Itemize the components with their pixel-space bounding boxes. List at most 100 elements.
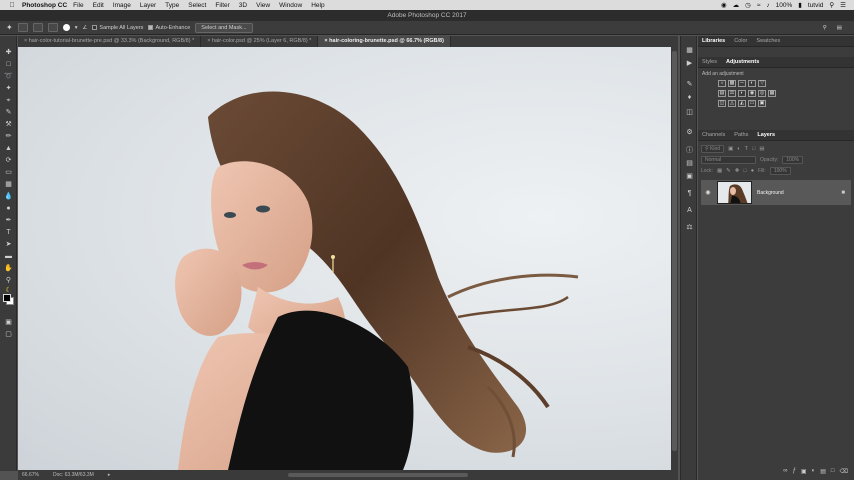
subtract-selection-button[interactable] (47, 23, 58, 32)
eraser-tool-icon[interactable]: ▭ (3, 168, 14, 177)
tab-layers[interactable]: Layers (757, 132, 775, 138)
document-canvas[interactable] (18, 47, 671, 470)
channel-mixer-icon[interactable]: ◎ (758, 90, 766, 97)
menu-3d[interactable]: 3D (239, 2, 247, 9)
brightness-icon[interactable]: ☼ (718, 80, 726, 87)
quick-select-tool-icon[interactable]: ✦ (6, 23, 13, 32)
vertical-scrollbar[interactable] (671, 47, 678, 470)
workspace-icon[interactable]: ▤ (837, 25, 842, 31)
move-tool-icon[interactable]: ✚ (3, 48, 14, 57)
healing-brush-icon[interactable]: ⚒ (3, 120, 14, 129)
eyedropper-tool-icon[interactable]: ✎ (3, 108, 14, 117)
status-arrow-icon[interactable]: ▸ (108, 472, 111, 478)
lock-all-icon[interactable]: ● (751, 168, 754, 174)
brush-settings-icon[interactable]: ▾ (75, 25, 78, 31)
lock-position-icon[interactable]: ✚ (735, 168, 740, 174)
hand-tool-icon[interactable]: ✋ (3, 264, 14, 273)
battery-percent[interactable]: 100% (776, 2, 793, 9)
properties-icon[interactable]: ⚙ (685, 128, 694, 137)
tab-color[interactable]: Color (734, 38, 747, 44)
levels-icon[interactable]: ▩ (728, 80, 736, 87)
menu-file[interactable]: File (73, 2, 83, 9)
posterize-icon[interactable]: ◬ (728, 100, 736, 107)
clone-source-icon[interactable]: ♦ (685, 93, 694, 102)
auto-enhance-checkbox[interactable]: Auto-Enhance (148, 25, 190, 31)
menu-filter[interactable]: Filter (215, 2, 229, 9)
vibrance-icon[interactable]: ▽ (758, 80, 766, 87)
3d-icon[interactable]: ◫ (685, 108, 694, 117)
notes-icon[interactable]: ▤ (685, 159, 694, 168)
menu-select[interactable]: Select (188, 2, 206, 9)
selective-color-icon[interactable]: ▣ (758, 100, 766, 107)
list-icon[interactable]: ☰ (840, 1, 846, 9)
opacity-value[interactable]: 100% (782, 155, 804, 164)
type-tool-icon[interactable]: T (3, 228, 14, 237)
paragraph-icon[interactable]: ¶ (685, 189, 694, 198)
fill-value[interactable]: 100% (769, 166, 791, 175)
zoom-level[interactable]: 66.67% (22, 472, 39, 478)
wifi-icon[interactable]: ≈ (757, 2, 761, 9)
new-selection-button[interactable] (17, 23, 28, 32)
clone-stamp-icon[interactable]: ▲ (3, 144, 14, 153)
battery-icon[interactable]: ▮ (798, 1, 802, 9)
blur-tool-icon[interactable]: 💧 (3, 192, 14, 201)
color-balance-icon[interactable]: ⚖ (728, 90, 736, 97)
apple-icon[interactable]:  (6, 2, 18, 9)
filter-shape-icon[interactable]: □ (752, 146, 755, 152)
lock-image-icon[interactable]: ✎ (726, 168, 731, 174)
threshold-icon[interactable]: ◭ (738, 100, 746, 107)
tab-styles[interactable]: Styles (702, 59, 717, 65)
layer-row-background[interactable]: ◉ Background ■ (701, 180, 851, 205)
lock-artboard-icon[interactable]: □ (743, 168, 746, 174)
search-icon[interactable]: ⚲ (829, 1, 834, 9)
clock-icon[interactable]: ◷ (745, 1, 751, 9)
dodge-tool-icon[interactable]: ● (3, 204, 14, 213)
menu-window[interactable]: Window (279, 2, 302, 9)
doc-size[interactable]: Doc: 63.3M/63.3M (53, 472, 94, 478)
menu-image[interactable]: Image (113, 2, 131, 9)
cloud-icon[interactable]: ☁ (733, 1, 740, 9)
filter-adjustment-icon[interactable]: ◐ (737, 146, 740, 152)
color-lookup-icon[interactable]: ▦ (768, 90, 776, 97)
tab-swatches[interactable]: Swatches (756, 38, 780, 44)
shape-tool-icon[interactable]: ▬ (3, 252, 14, 261)
search-icon[interactable]: ⚲ (823, 25, 827, 31)
history-icon[interactable]: ▦ (685, 46, 694, 55)
tab-document-3[interactable]: × hair-coloring-brunette.psd @ 66.7% (RG… (318, 36, 451, 47)
filter-smart-icon[interactable]: ▤ (759, 146, 764, 152)
curves-icon[interactable]: ∽ (738, 80, 746, 87)
screen-mode-icon[interactable]: ▢ (3, 330, 14, 339)
actions-icon[interactable]: ▶ (685, 59, 694, 68)
volume-icon[interactable]: ♪ (766, 2, 769, 9)
new-adjustment-icon[interactable]: ◐ (812, 468, 816, 474)
path-select-icon[interactable]: ➤ (3, 240, 14, 249)
menu-type[interactable]: Type (165, 2, 179, 9)
invert-icon[interactable]: ◫ (718, 100, 726, 107)
exposure-icon[interactable]: ◐ (748, 80, 756, 87)
app-name[interactable]: Photoshop CC (22, 2, 67, 9)
eye-icon[interactable]: ◉ (704, 189, 712, 196)
tab-document-2[interactable]: × hair-color.psd @ 25% (Layer 6, RGB/8) … (201, 36, 319, 47)
gradient-tool-icon[interactable]: ▦ (3, 180, 14, 189)
blend-mode-select[interactable]: Normal (701, 155, 756, 164)
add-to-selection-button[interactable] (32, 23, 43, 32)
tab-libraries[interactable]: Libraries (702, 38, 725, 44)
quick-select-tool-icon[interactable]: ✦ (3, 84, 14, 93)
menu-view[interactable]: View (256, 2, 270, 9)
add-mask-icon[interactable]: ▣ (801, 468, 807, 475)
hue-saturation-icon[interactable]: ▤ (718, 90, 726, 97)
tab-adjustments[interactable]: Adjustments (726, 59, 759, 65)
layer-name[interactable]: Background (757, 190, 784, 196)
foreground-color-swatch[interactable] (3, 294, 11, 302)
user-name[interactable]: tutvid (808, 2, 824, 9)
lock-icon[interactable]: ■ (841, 190, 845, 196)
character-icon[interactable]: A (685, 206, 694, 215)
brush-tool-icon[interactable]: ✏ (3, 132, 14, 141)
gradient-map-icon[interactable]: ▭ (748, 100, 756, 107)
glyphs-icon[interactable]: ⚖ (685, 223, 694, 232)
fx-icon[interactable]: ƒ (793, 468, 796, 474)
brush-presets-icon[interactable]: ✎ (685, 80, 694, 89)
menu-edit[interactable]: Edit (93, 2, 104, 9)
new-layer-icon[interactable]: □ (831, 468, 835, 474)
navigator-icon[interactable]: ▣ (685, 172, 694, 181)
